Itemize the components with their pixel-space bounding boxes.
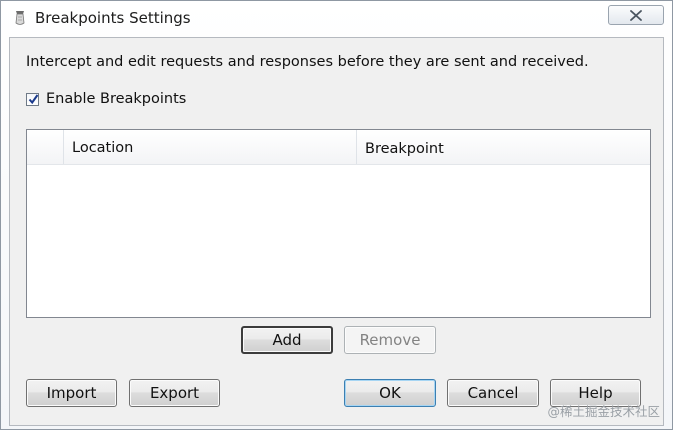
ok-button[interactable]: OK	[344, 379, 436, 407]
column-header-breakpoint[interactable]: Breakpoint	[357, 130, 648, 164]
close-button[interactable]	[608, 5, 664, 25]
import-button[interactable]: Import	[26, 379, 117, 407]
dialog-content: Intercept and edit requests and response…	[9, 37, 664, 426]
breakpoints-table[interactable]: Location Breakpoint	[26, 129, 651, 318]
export-button[interactable]: Export	[129, 379, 220, 407]
check-icon	[28, 93, 39, 104]
window-title: Breakpoints Settings	[35, 9, 191, 27]
enable-breakpoints-row[interactable]: Enable Breakpoints	[26, 91, 186, 107]
fiddler-icon	[13, 10, 27, 26]
description-text: Intercept and edit requests and response…	[26, 54, 589, 70]
breakpoints-settings-dialog: Breakpoints Settings Intercept and edit …	[0, 0, 673, 430]
remove-button[interactable]: Remove	[344, 326, 436, 354]
title-bar[interactable]: Breakpoints Settings	[1, 1, 672, 37]
close-icon	[630, 10, 642, 21]
column-header-location[interactable]: Location	[64, 130, 357, 164]
cancel-button[interactable]: Cancel	[447, 379, 539, 407]
enable-breakpoints-label: Enable Breakpoints	[46, 91, 187, 107]
column-header-selector[interactable]	[27, 130, 64, 164]
add-button[interactable]: Add	[241, 326, 333, 354]
enable-breakpoints-checkbox[interactable]	[26, 92, 39, 106]
table-header: Location Breakpoint	[27, 130, 650, 165]
watermark-text: @稀土掘金技术社区	[547, 404, 660, 419]
